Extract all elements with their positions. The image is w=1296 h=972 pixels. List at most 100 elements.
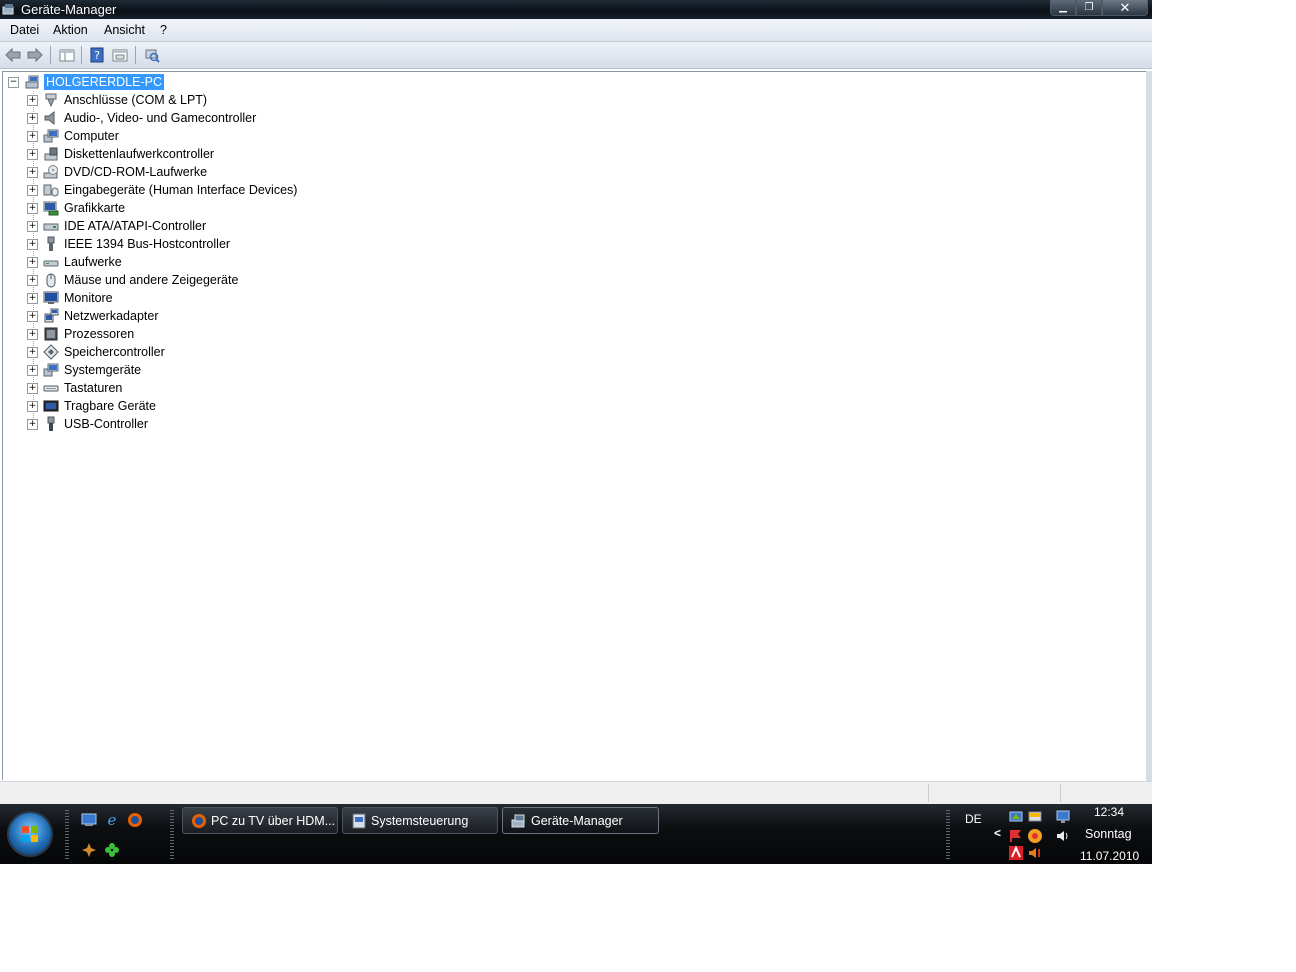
show-hide-tree-icon[interactable]: [58, 46, 76, 64]
clock-time[interactable]: 12:34: [1094, 805, 1124, 819]
tree-node[interactable]: + DVD/CD-ROM-Laufwerke: [27, 163, 207, 181]
tree-node[interactable]: + Tragbare Geräte: [27, 397, 156, 415]
menu-aktion[interactable]: Aktion: [53, 23, 88, 37]
device-tree[interactable]: − HOLGERERDLE-PC + Anschlüsse (COM & LPT…: [2, 71, 1147, 780]
portable-device-icon: [43, 398, 59, 414]
expand-toggle[interactable]: +: [27, 184, 38, 196]
taskbar-button-control-panel[interactable]: Systemsteuerung: [342, 807, 498, 834]
show-desktop-icon[interactable]: [80, 811, 98, 829]
tree-node[interactable]: + USB-Controller: [27, 415, 148, 433]
tray-flag-icon[interactable]: [1008, 828, 1024, 844]
maximize-button[interactable]: ❐: [1076, 0, 1102, 16]
expand-toggle[interactable]: +: [27, 328, 38, 340]
tree-node-label: Systemgeräte: [64, 363, 142, 377]
expand-toggle[interactable]: +: [27, 238, 38, 250]
tree-node[interactable]: + Anschlüsse (COM & LPT): [27, 91, 207, 109]
language-indicator[interactable]: DE: [965, 812, 982, 826]
scan-hardware-icon[interactable]: [143, 46, 161, 64]
expand-toggle[interactable]: +: [27, 166, 38, 178]
toolbar-separator: [50, 46, 51, 64]
network-icon[interactable]: [1055, 809, 1071, 825]
storage-controller-icon: [43, 344, 59, 360]
close-button[interactable]: ✕: [1102, 0, 1148, 16]
start-button[interactable]: [9, 813, 51, 855]
menu-datei[interactable]: Datei: [10, 23, 39, 37]
internet-explorer-icon[interactable]: e: [103, 811, 121, 829]
tree-node[interactable]: + Systemgeräte: [27, 361, 141, 379]
expand-toggle[interactable]: +: [27, 400, 38, 412]
taskbar-grip[interactable]: [65, 810, 69, 860]
expand-toggle[interactable]: +: [27, 202, 38, 214]
taskbar: e PC zu TV über HDM... Systemsteuerung G…: [0, 804, 1152, 864]
antivirus-icon[interactable]: [1008, 845, 1024, 861]
tree-node[interactable]: + Monitore: [27, 289, 113, 307]
expand-toggle[interactable]: +: [27, 220, 38, 232]
tree-node[interactable]: + Grafikkarte: [27, 199, 125, 217]
tree-node-label: Diskettenlaufwerkcontroller: [64, 147, 215, 161]
monitor-icon: [43, 290, 59, 306]
tree-node[interactable]: + Computer: [27, 127, 119, 145]
computer-icon: [43, 128, 59, 144]
tree-node[interactable]: + Diskettenlaufwerkcontroller: [27, 145, 214, 163]
tray-app-icon[interactable]: [1008, 809, 1024, 825]
back-arrow-icon[interactable]: [4, 46, 22, 64]
collapse-toggle[interactable]: −: [8, 76, 19, 88]
expand-toggle[interactable]: +: [27, 148, 38, 160]
taskbar-grip[interactable]: [946, 810, 950, 860]
windows-logo-icon: [22, 826, 38, 842]
tree-node-label: Audio-, Video- und Gamecontroller: [64, 111, 257, 125]
tree-node[interactable]: + Prozessoren: [27, 325, 134, 343]
tree-node[interactable]: + IEEE 1394 Bus-Hostcontroller: [27, 235, 230, 253]
expand-toggle[interactable]: +: [27, 310, 38, 322]
device-manager-icon: [511, 813, 527, 829]
tree-node[interactable]: + Audio-, Video- und Gamecontroller: [27, 109, 256, 127]
tree-node-label: Netzwerkadapter: [64, 309, 159, 323]
expand-toggle[interactable]: +: [27, 274, 38, 286]
tree-node[interactable]: + Eingabegeräte (Human Interface Devices…: [27, 181, 297, 199]
expand-toggle[interactable]: +: [27, 112, 38, 124]
expand-toggle[interactable]: +: [27, 292, 38, 304]
taskbar-grip[interactable]: [170, 810, 174, 860]
toolbar: ?: [0, 42, 1152, 69]
clover-icon[interactable]: [103, 841, 121, 859]
keyboard-icon: [43, 380, 59, 396]
minimize-button[interactable]: ▁: [1050, 0, 1076, 16]
forward-arrow-icon[interactable]: [26, 46, 44, 64]
tree-node-label: IDE ATA/ATAPI-Controller: [64, 219, 207, 233]
expand-toggle[interactable]: +: [27, 130, 38, 142]
tree-node[interactable]: + Tastaturen: [27, 379, 122, 397]
tree-node[interactable]: + Mäuse und andere Zeigegeräte: [27, 271, 238, 289]
expand-toggle[interactable]: +: [27, 94, 38, 106]
tree-node[interactable]: + IDE ATA/ATAPI-Controller: [27, 217, 206, 235]
expand-toggle[interactable]: +: [27, 346, 38, 358]
taskbar-button-device-manager[interactable]: Geräte-Manager: [502, 807, 659, 834]
expand-toggle[interactable]: +: [27, 364, 38, 376]
ide-controller-icon: [43, 218, 59, 234]
taskbar-button-firefox[interactable]: PC zu TV über HDM...: [182, 807, 338, 834]
expand-toggle[interactable]: +: [27, 418, 38, 430]
tree-node-label: Anschlüsse (COM & LPT): [64, 93, 208, 107]
tray-speaker-icon[interactable]: [1027, 845, 1043, 861]
app-icon[interactable]: [80, 841, 98, 859]
tree-node[interactable]: + Netzwerkadapter: [27, 307, 159, 325]
expand-toggle[interactable]: +: [27, 382, 38, 394]
tree-node[interactable]: + Speichercontroller: [27, 343, 165, 361]
tray-alert-icon[interactable]: [1027, 828, 1043, 844]
firefox-icon[interactable]: [126, 811, 144, 829]
root-computer-name[interactable]: HOLGERERDLE-PC: [44, 74, 164, 90]
menu-help[interactable]: ?: [160, 23, 167, 37]
status-pane: [928, 784, 1061, 802]
taskbar-button-label: Geräte-Manager: [531, 813, 623, 828]
tray-update-icon[interactable]: [1027, 809, 1043, 825]
show-hidden-icons-chevron[interactable]: <: [994, 826, 1001, 840]
title-bar[interactable]: Geräte-Manager ▁ ❐ ✕: [0, 0, 1152, 19]
clock-day[interactable]: Sonntag: [1085, 827, 1132, 841]
menu-ansicht[interactable]: Ansicht: [104, 23, 145, 37]
clock-date[interactable]: 11.07.2010: [1080, 849, 1139, 863]
help-icon[interactable]: ?: [88, 46, 106, 64]
volume-icon[interactable]: [1055, 828, 1071, 844]
tree-root[interactable]: − HOLGERERDLE-PC: [8, 73, 164, 91]
properties-icon[interactable]: [111, 46, 129, 64]
expand-toggle[interactable]: +: [27, 256, 38, 268]
tree-node[interactable]: + Laufwerke: [27, 253, 122, 271]
